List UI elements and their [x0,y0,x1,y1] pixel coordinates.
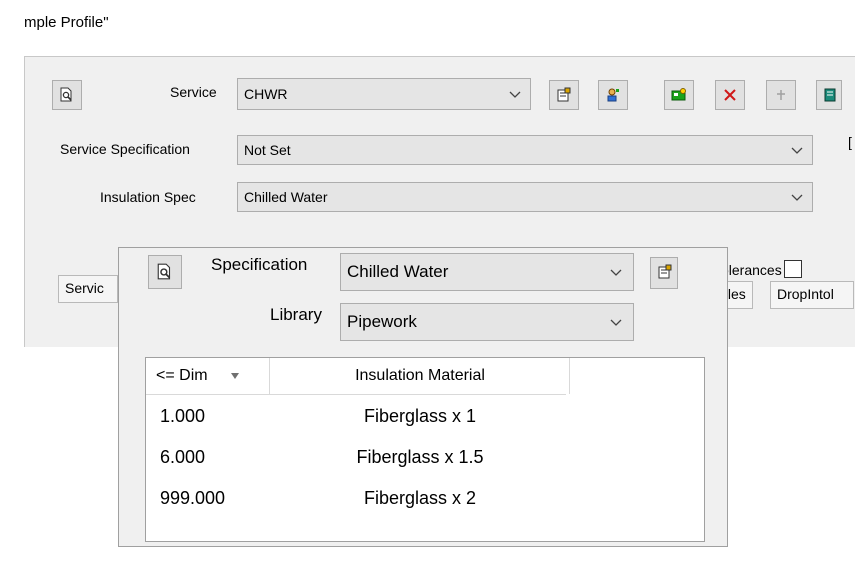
insulation-spec-dialog: Specification Chilled Water Library Pipe… [118,247,728,547]
user-icon [607,88,619,102]
chevron-down-icon [791,147,803,154]
properties-icon [658,264,672,279]
page-magnifier-icon [157,263,171,280]
page-magnifier-icon [60,87,72,102]
window-title: mple Profile" [24,14,109,31]
book-button[interactable] [816,80,842,110]
header-dim-text: <= Dim [156,367,208,384]
tolerances-checkbox[interactable] [784,260,802,278]
insulation-table: <= Dim Insulation Material 1.000 Fibergl… [145,357,705,542]
chevron-down-icon [610,269,622,276]
insulation-spec-combo[interactable]: Chilled Water [237,182,813,212]
properties-icon [557,87,571,102]
add-item-button[interactable] [664,80,694,110]
library-label: Library [270,305,322,324]
library-combo[interactable]: Pipework [340,303,634,341]
table-row[interactable]: 6.000 Fiberglass x 1.5 [146,437,566,477]
header-material-text: Insulation Material [355,367,485,384]
cut-off-label: [ [848,134,852,150]
material-cell: Fiberglass x 1.5 [356,447,484,467]
dialog-properties-button[interactable] [650,257,678,289]
material-cell: Fiberglass x 1 [363,406,477,426]
service-value: CHWR [244,86,288,102]
pin-icon [777,90,785,100]
service-label: Service [170,84,217,100]
column-header-dim[interactable]: <= Dim [146,358,270,394]
preview-button[interactable] [52,80,82,110]
material-cell: Fiberglass x 2 [363,488,477,508]
service-spec-combo[interactable]: Not Set [237,135,813,165]
insulation-spec-value: Chilled Water [244,189,328,205]
table-header: <= Dim Insulation Material [146,358,570,395]
table-row[interactable]: 1.000 Fiberglass x 1 [146,396,566,436]
service-combo[interactable]: CHWR [237,78,531,110]
specification-value: Chilled Water [347,262,449,281]
dim-cell: 1.000 [160,406,206,426]
user-button[interactable] [598,80,628,110]
chevron-down-icon [791,194,803,201]
delete-x-icon [724,89,736,101]
add-item-icon [671,88,686,101]
column-header-material[interactable]: Insulation Material [270,358,570,394]
table-row[interactable]: 999.000 Fiberglass x 2 [146,478,566,518]
insulation-spec-label: Insulation Spec [100,189,196,205]
library-value: Pipework [347,312,417,331]
service-spec-label: Service Specification [60,141,190,157]
delete-button[interactable] [715,80,745,110]
dim-cell: 999.000 [160,488,226,508]
sort-down-icon [231,373,239,379]
book-icon [824,88,836,102]
chevron-down-icon [509,91,521,98]
tab-service[interactable]: Servic [58,275,118,303]
service-spec-value: Not Set [244,142,291,158]
specification-combo[interactable]: Chilled Water [340,253,634,291]
chevron-down-icon [610,319,622,326]
tab-drop-into[interactable]: DropIntol [770,281,854,309]
specification-label: Specification [211,255,308,274]
dim-cell: 6.000 [160,447,206,467]
properties-button[interactable] [549,80,579,110]
dialog-preview-button[interactable] [148,255,182,289]
pin-button[interactable] [766,80,796,110]
